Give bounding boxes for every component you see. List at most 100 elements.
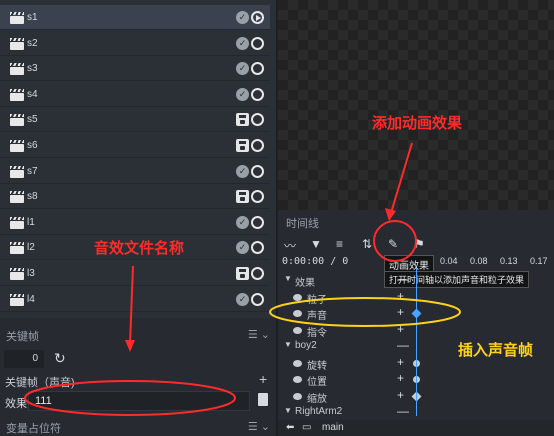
check-icon[interactable]: ✓ bbox=[236, 215, 249, 229]
clapperboard-icon bbox=[10, 191, 24, 204]
eye-icon[interactable] bbox=[293, 359, 302, 367]
circle-icon[interactable] bbox=[251, 267, 264, 280]
add-button[interactable]: + bbox=[259, 371, 267, 387]
scene-row[interactable]: s2 ✓ bbox=[0, 31, 270, 56]
add-key-button[interactable]: + bbox=[397, 371, 404, 385]
expand-arrow-icon[interactable]: ▼ bbox=[284, 274, 292, 283]
eye-icon[interactable] bbox=[293, 376, 302, 383]
add-key-button[interactable]: + bbox=[397, 355, 404, 369]
save-icon[interactable] bbox=[236, 267, 249, 280]
tick-label: 0.13 bbox=[500, 256, 518, 266]
effect-input[interactable]: 111 bbox=[28, 391, 250, 411]
track-name: 旋转 bbox=[307, 360, 327, 372]
circle-icon[interactable] bbox=[251, 215, 264, 229]
scene-row[interactable]: s1 ✓ bbox=[0, 5, 270, 30]
circle-icon[interactable] bbox=[251, 139, 264, 152]
collapse-button[interactable]: — bbox=[397, 404, 409, 418]
check-icon[interactable]: ✓ bbox=[236, 87, 249, 101]
scene-row[interactable]: l3 bbox=[0, 261, 270, 286]
check-icon[interactable]: ✓ bbox=[236, 241, 249, 255]
clapperboard-icon bbox=[10, 165, 24, 178]
scene-row[interactable]: s6 bbox=[0, 133, 270, 158]
flag-icon[interactable]: ⚑ bbox=[414, 237, 425, 251]
scene-name: s6 bbox=[27, 140, 38, 151]
reset-icon[interactable]: ↻ bbox=[54, 350, 66, 367]
scene-row[interactable]: s4 ✓ bbox=[0, 82, 270, 107]
clapperboard-icon bbox=[10, 88, 24, 101]
add-key-button[interactable]: + bbox=[397, 388, 404, 402]
expand-arrow-icon[interactable]: ▼ bbox=[284, 406, 292, 415]
scene-row[interactable]: s7 ✓ bbox=[0, 159, 270, 184]
track-name: RightArm2 bbox=[295, 406, 343, 417]
monitor-icon[interactable]: ▭ bbox=[302, 422, 311, 433]
track-name: 缩放 bbox=[307, 393, 327, 405]
scene-row[interactable]: l1 ✓ bbox=[0, 210, 270, 235]
scene-row[interactable]: s5 bbox=[0, 107, 270, 133]
animation-effect-icon[interactable]: ✎ bbox=[388, 237, 398, 251]
collapse-button[interactable]: — bbox=[397, 272, 409, 286]
track-name: 指令 bbox=[307, 327, 327, 339]
add-key-button[interactable]: + bbox=[397, 305, 404, 319]
clapperboard-icon bbox=[10, 242, 24, 255]
annotation-sound-name: 音效文件名称 bbox=[94, 240, 185, 257]
scene-list: s1 ✓ s2 ✓ s3 ✓ s4 ✓ s5 s6 s7 ✓ s8 l1 ✓ l2 ✓ l3 l4 ✓ bbox=[0, 0, 276, 318]
frame-number-field[interactable]: 0 bbox=[4, 350, 44, 368]
playhead[interactable] bbox=[416, 268, 417, 416]
circle-icon[interactable] bbox=[251, 113, 264, 127]
eye-icon[interactable] bbox=[293, 293, 302, 301]
check-icon[interactable]: ✓ bbox=[236, 292, 249, 306]
panel-menu-icon[interactable]: ☰ ⌄ bbox=[248, 328, 270, 341]
clapperboard-icon bbox=[10, 37, 24, 50]
sort-icon[interactable]: ⇅ bbox=[362, 237, 372, 251]
circle-icon[interactable] bbox=[251, 36, 264, 50]
main-tab[interactable]: main bbox=[322, 422, 344, 433]
expand-arrow-icon[interactable]: ▼ bbox=[284, 340, 292, 349]
scene-name: s4 bbox=[27, 88, 38, 100]
back-icon[interactable]: ⬅ bbox=[286, 422, 294, 433]
circle-icon[interactable] bbox=[251, 62, 264, 76]
save-icon[interactable] bbox=[236, 113, 249, 127]
annotation-add-effect: 添加动画效果 bbox=[372, 115, 463, 132]
check-icon[interactable]: ✓ bbox=[236, 36, 249, 50]
circle-icon[interactable] bbox=[251, 241, 264, 255]
scene-name: l3 bbox=[27, 268, 35, 279]
scene-name: s7 bbox=[27, 165, 38, 177]
scene-row[interactable]: s3 ✓ bbox=[0, 56, 270, 82]
check-icon[interactable]: ✓ bbox=[236, 11, 249, 24]
add-key-button[interactable]: + bbox=[397, 289, 404, 303]
circle-icon[interactable] bbox=[251, 292, 264, 306]
sound-keyframe-label: 关键帧（声音) bbox=[5, 377, 75, 389]
tick-label: 0.04 bbox=[440, 256, 458, 266]
circle-icon[interactable] bbox=[251, 164, 264, 178]
check-icon[interactable]: ✓ bbox=[236, 62, 249, 76]
scene-row[interactable]: s8 bbox=[0, 184, 270, 210]
scene-name: l2 bbox=[27, 242, 35, 254]
circle-icon[interactable] bbox=[251, 190, 264, 204]
clapperboard-icon bbox=[10, 216, 24, 229]
eye-icon[interactable] bbox=[293, 392, 302, 400]
save-icon[interactable] bbox=[236, 190, 249, 204]
panel-menu-icon-2[interactable]: ☰ ⌄ bbox=[248, 420, 270, 433]
curve-icon[interactable]: 〰 bbox=[284, 237, 296, 254]
scene-row[interactable]: l4 ✓ bbox=[0, 287, 270, 312]
canvas-viewport[interactable] bbox=[278, 0, 554, 210]
eye-icon[interactable] bbox=[293, 310, 302, 317]
variable-placeholder-title: 变量占位符 bbox=[6, 423, 61, 435]
add-key-button[interactable]: + bbox=[397, 322, 404, 336]
circle-icon[interactable] bbox=[251, 87, 264, 101]
track-name: 位置 bbox=[307, 377, 327, 388]
clapperboard-icon bbox=[10, 140, 24, 152]
scene-name: s3 bbox=[27, 63, 38, 75]
clapperboard-icon bbox=[10, 12, 24, 24]
track-name: 粒子 bbox=[307, 294, 327, 306]
filter-icon[interactable]: ▼ bbox=[310, 237, 322, 251]
play-icon[interactable] bbox=[251, 11, 264, 24]
scene-name: s2 bbox=[27, 37, 38, 49]
eye-icon[interactable] bbox=[293, 326, 302, 334]
list-icon[interactable]: ≡ bbox=[336, 237, 343, 251]
check-icon[interactable]: ✓ bbox=[236, 164, 249, 178]
tick-label: 0.17 bbox=[530, 256, 548, 266]
collapse-button[interactable]: — bbox=[397, 338, 409, 352]
file-icon[interactable] bbox=[258, 393, 268, 406]
save-icon[interactable] bbox=[236, 139, 249, 152]
